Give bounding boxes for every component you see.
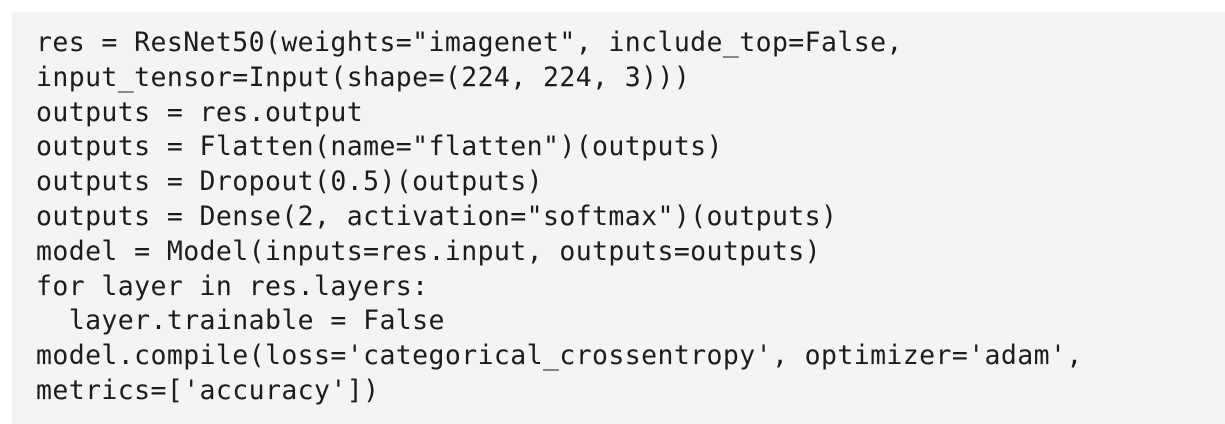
code-line-10: model.compile(loss='categorical_crossent… xyxy=(36,340,1083,372)
code-line-9: layer.trainable = False xyxy=(36,305,445,337)
code-line-8: for layer in res.layers: xyxy=(36,270,429,302)
code-line-1: res = ResNet50(weights="imagenet", inclu… xyxy=(36,27,903,58)
code-line-4: outputs = Flatten(name="flatten")(output… xyxy=(36,131,723,163)
code-block-panel: res = ResNet50(weights="imagenet", inclu… xyxy=(12,12,1225,424)
code-listing: res = ResNet50(weights="imagenet", inclu… xyxy=(36,26,1083,409)
code-line-6: outputs = Dense(2, activation="softmax")… xyxy=(36,200,838,232)
code-line-2: input_tensor=Input(shape=(224, 224, 3))) xyxy=(36,61,691,93)
code-line-3: outputs = res.output xyxy=(36,96,364,128)
code-line-5: outputs = Dropout(0.5)(outputs) xyxy=(36,166,543,198)
code-line-11: metrics=['accuracy']) xyxy=(36,374,380,406)
code-line-7: model = Model(inputs=res.input, outputs=… xyxy=(36,235,822,267)
